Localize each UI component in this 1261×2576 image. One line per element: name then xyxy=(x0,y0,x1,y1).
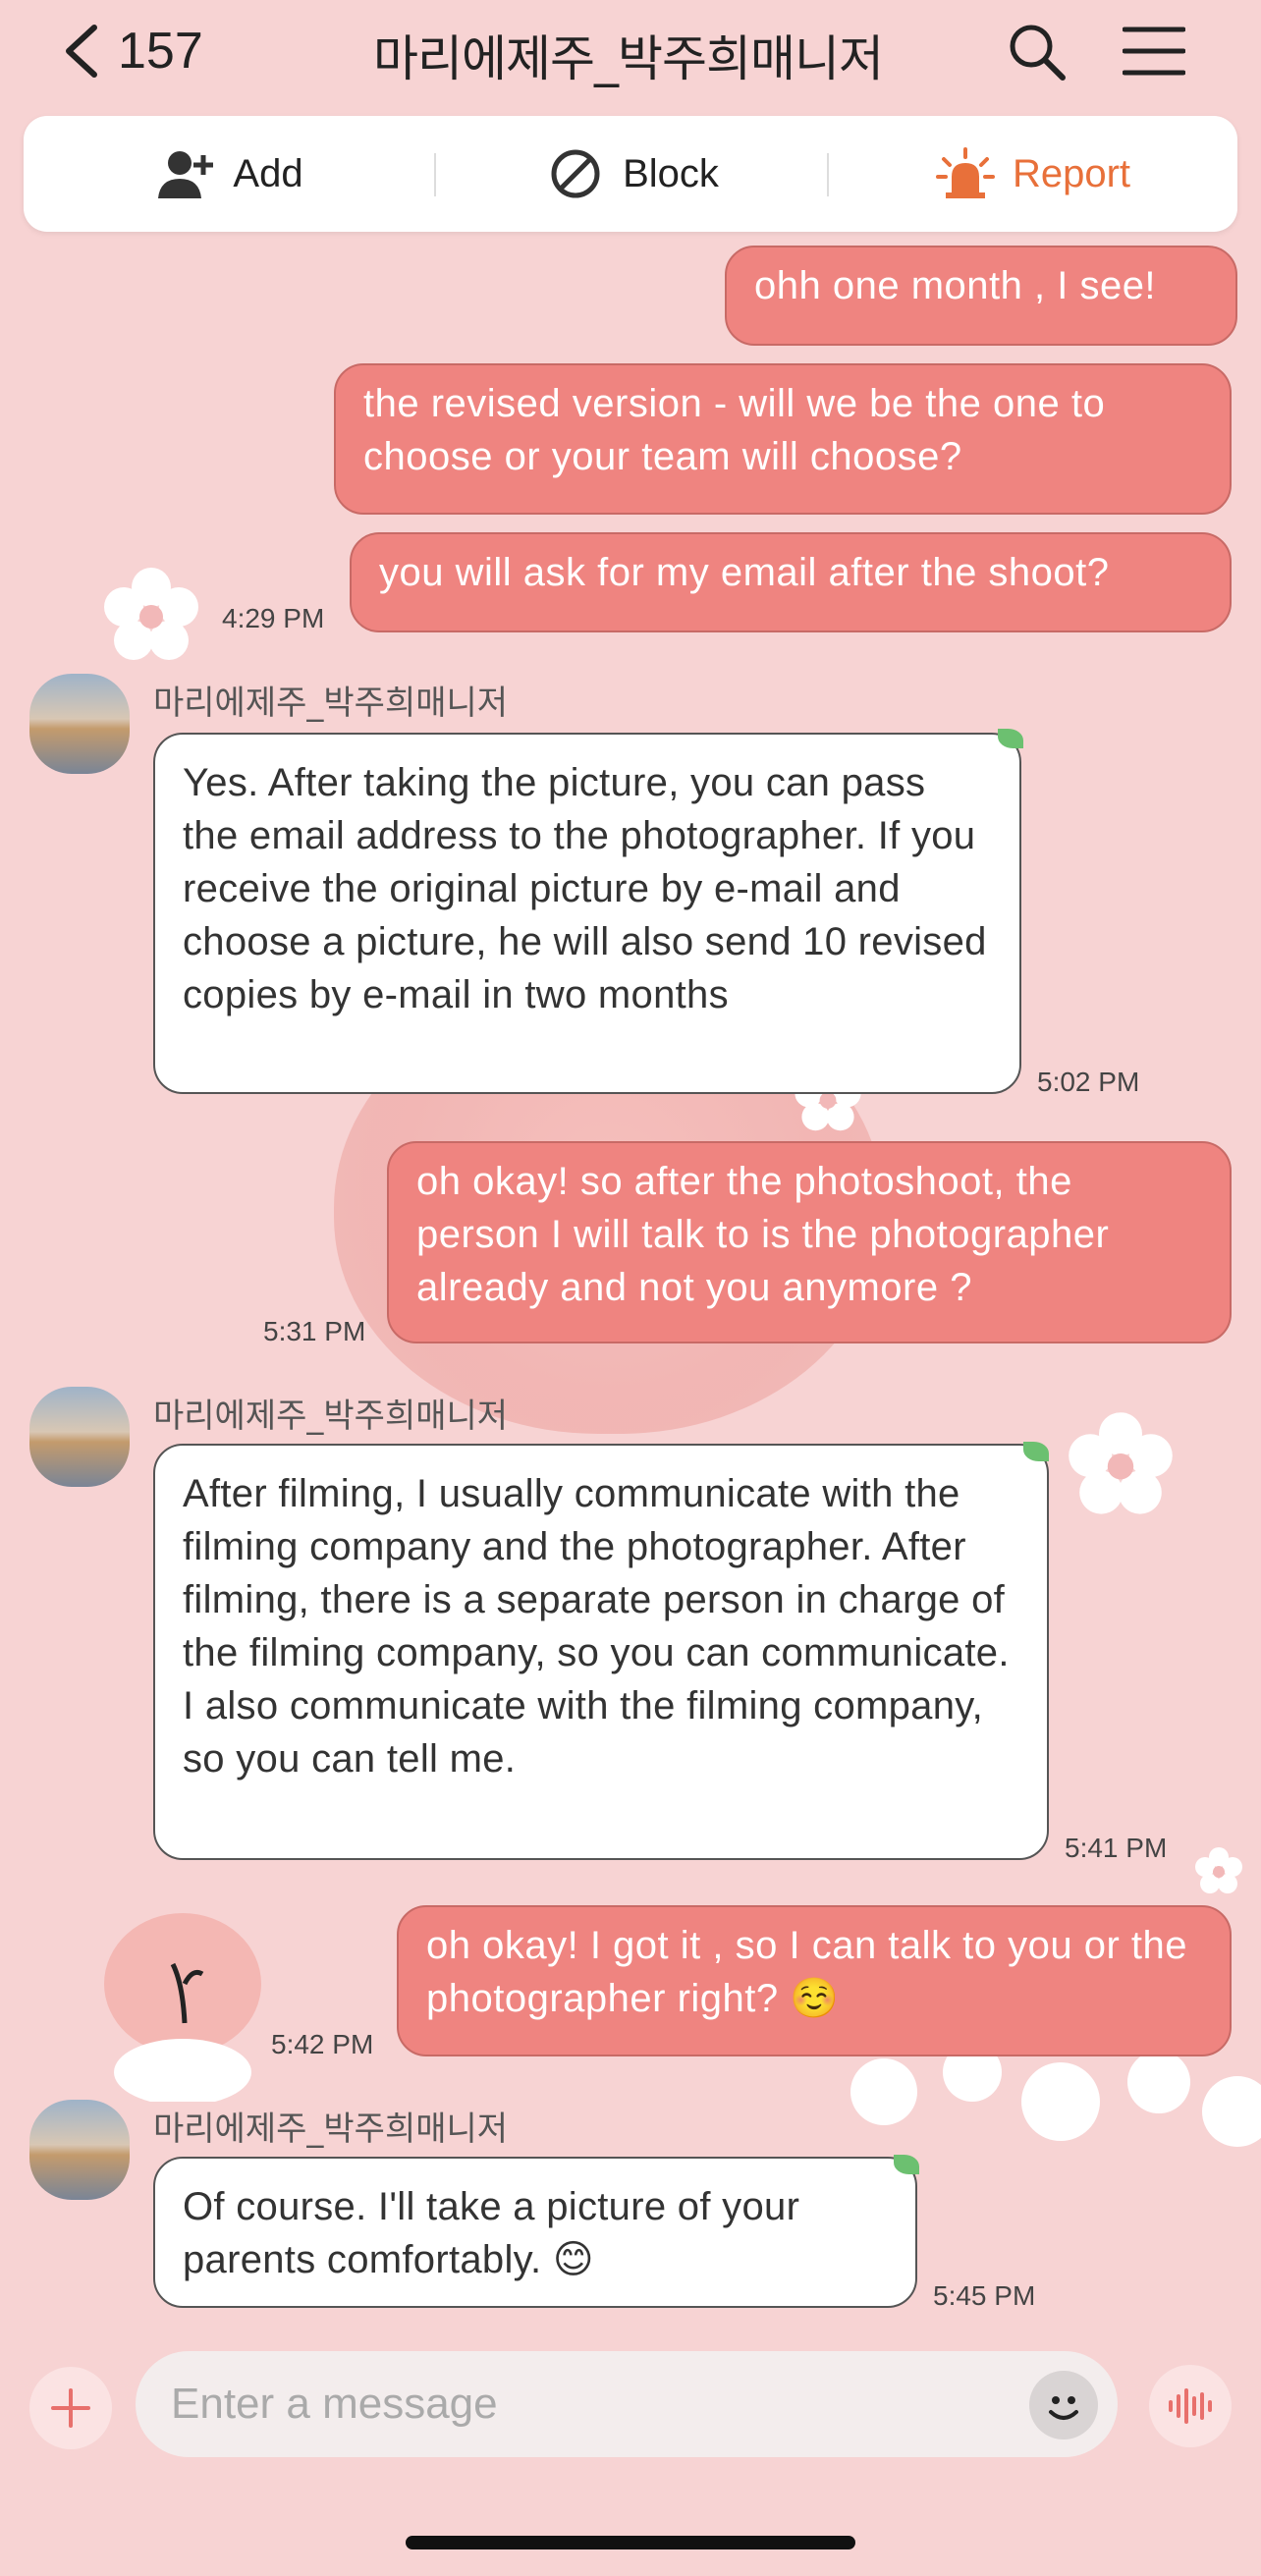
my-message-bubble[interactable]: ohh one month , I see! xyxy=(725,246,1237,346)
emoji-button[interactable] xyxy=(1029,2371,1098,2439)
block-label: Block xyxy=(623,151,719,195)
message-text: Yes. After taking the picture, you can p… xyxy=(183,761,987,1016)
message-time: 5:42 PM xyxy=(271,2029,374,2059)
flower-decoration xyxy=(1195,1847,1242,1893)
report-button[interactable]: Report xyxy=(829,116,1237,232)
flower-decoration xyxy=(1069,1412,1173,1514)
block-icon xyxy=(551,149,600,198)
emoji-icon xyxy=(1049,2396,1078,2420)
message-text: After filming, I usually communicate wit… xyxy=(183,1472,1010,1781)
voice-button[interactable] xyxy=(1149,2365,1232,2447)
sender-name: 마리에제주_박주희매니저 xyxy=(153,684,509,723)
sender-name: 마리에제주_박주희매니저 xyxy=(153,2110,509,2149)
message-text: oh okay! so after the photoshoot, the pe… xyxy=(416,1160,1110,1309)
chat-header: 157 마리에제주_박주희매니저 xyxy=(0,0,1261,108)
menu-icon[interactable] xyxy=(1123,26,1185,77)
search-icon[interactable] xyxy=(1007,22,1068,82)
avatar[interactable] xyxy=(29,2100,130,2200)
sender-name: 마리에제주_박주희매니저 xyxy=(153,1397,509,1436)
peach-character-decoration xyxy=(104,1913,261,2102)
message-time: 5:02 PM xyxy=(1037,1067,1140,1097)
action-bar: Add Block Report xyxy=(24,116,1237,232)
chat-title: 마리에제주_박주희매니저 xyxy=(373,30,884,87)
message-text: Of course. I'll take a picture of your p… xyxy=(183,2185,800,2281)
message-text: ohh one month , I see! xyxy=(754,264,1157,307)
home-indicator xyxy=(406,2536,855,2549)
back-arrow-icon[interactable] xyxy=(55,20,114,82)
message-time: 5:41 PM xyxy=(1065,1833,1168,1863)
voice-wave-icon xyxy=(1169,2388,1212,2424)
my-message-bubble[interactable]: oh okay! so after the photoshoot, the pe… xyxy=(387,1141,1232,1343)
my-message-bubble[interactable]: oh okay! I got it , so I can talk to you… xyxy=(397,1905,1232,2056)
attach-button[interactable] xyxy=(29,2367,112,2449)
message-text: the revised version - will we be the one… xyxy=(363,382,1106,478)
report-label: Report xyxy=(1012,151,1131,195)
unread-count: 157 xyxy=(118,23,203,80)
add-friend-button[interactable]: Add xyxy=(24,116,436,232)
add-label: Add xyxy=(233,151,303,195)
their-message-bubble[interactable]: After filming, I usually communicate wit… xyxy=(153,1444,1049,1860)
message-time: 5:45 PM xyxy=(933,2280,1036,2311)
plus-icon xyxy=(51,2388,90,2428)
flower-decoration xyxy=(104,568,198,660)
their-message-bubble[interactable]: Yes. After taking the picture, you can p… xyxy=(153,733,1021,1094)
block-button[interactable]: Block xyxy=(436,116,829,232)
message-input[interactable]: Enter a message xyxy=(136,2351,1118,2457)
avatar[interactable] xyxy=(29,1387,130,1487)
message-text: oh okay! I got it , so I can talk to you… xyxy=(426,1924,1188,2020)
add-person-icon xyxy=(158,151,214,198)
avatar[interactable] xyxy=(29,674,130,774)
my-message-bubble[interactable]: the revised version - will we be the one… xyxy=(334,363,1232,515)
message-time: 5:31 PM xyxy=(263,1316,366,1346)
message-text: you will ask for my email after the shoo… xyxy=(379,551,1110,594)
message-time: 4:29 PM xyxy=(222,603,325,633)
my-message-bubble[interactable]: you will ask for my email after the shoo… xyxy=(350,532,1232,632)
message-input-placeholder: Enter a message xyxy=(171,2380,498,2428)
siren-icon xyxy=(935,147,995,198)
their-message-bubble[interactable]: Of course. I'll take a picture of your p… xyxy=(153,2157,917,2308)
